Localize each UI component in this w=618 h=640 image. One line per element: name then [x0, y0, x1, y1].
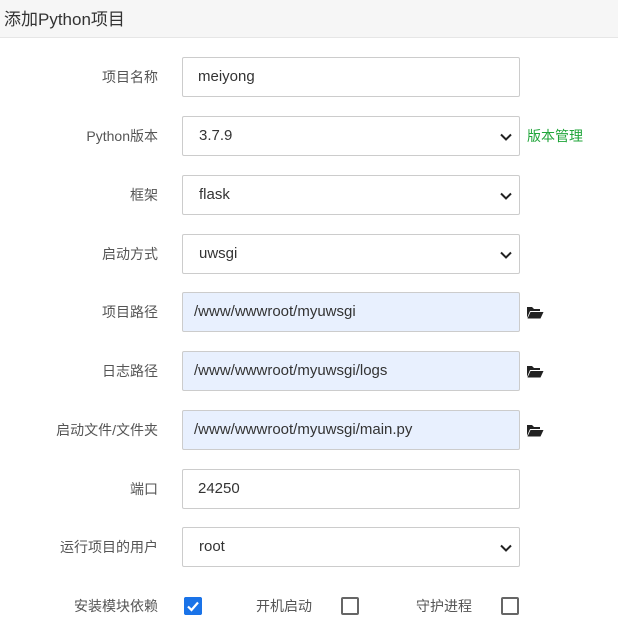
- python-version-select[interactable]: 3.7.9: [182, 116, 520, 156]
- project-name-label: 项目名称: [102, 69, 158, 85]
- row-project-name: 项目名称 meiyong: [0, 57, 618, 97]
- log-path-input[interactable]: /www/wwwroot/myuwsgi/logs: [182, 351, 520, 391]
- install-deps-checkbox[interactable]: [184, 597, 202, 615]
- python-version-value: 3.7.9: [199, 127, 233, 144]
- project-name-input[interactable]: meiyong: [182, 57, 520, 97]
- install-deps-label: 安装模块依赖: [74, 598, 158, 614]
- version-management-link[interactable]: 版本管理: [527, 116, 583, 156]
- start-method-select[interactable]: uwsgi: [182, 234, 520, 274]
- run-user-select[interactable]: root: [182, 527, 520, 567]
- startup-file-value: /www/wwwroot/myuwsgi/main.py: [194, 421, 413, 438]
- port-input[interactable]: 24250: [182, 469, 520, 509]
- daemon-checkbox[interactable]: [501, 597, 519, 615]
- row-python-version: Python版本 3.7.9 版本管理: [0, 116, 618, 156]
- folder-open-icon[interactable]: [526, 422, 544, 438]
- daemon-label: 守护进程: [416, 598, 472, 614]
- run-user-value: root: [199, 538, 225, 555]
- framework-label: 框架: [130, 187, 158, 203]
- row-port: 端口 24250: [0, 469, 618, 509]
- project-path-input[interactable]: /www/wwwroot/myuwsgi: [182, 292, 520, 332]
- startup-file-label: 启动文件/文件夹: [56, 422, 158, 438]
- chevron-down-icon: [500, 133, 512, 141]
- chevron-down-icon: [500, 544, 512, 552]
- run-user-label: 运行项目的用户: [60, 539, 158, 555]
- row-run-user: 运行项目的用户 root: [0, 527, 618, 567]
- row-startup-file: 启动文件/文件夹 /www/wwwroot/myuwsgi/main.py: [0, 410, 618, 450]
- log-path-value: /www/wwwroot/myuwsgi/logs: [194, 362, 388, 379]
- row-project-path: 项目路径 /www/wwwroot/myuwsgi: [0, 292, 618, 332]
- project-path-value: /www/wwwroot/myuwsgi: [194, 303, 356, 320]
- framework-select[interactable]: flask: [182, 175, 520, 215]
- autostart-checkbox[interactable]: [341, 597, 359, 615]
- chevron-down-icon: [500, 192, 512, 200]
- port-label: 端口: [130, 481, 158, 497]
- start-method-value: uwsgi: [199, 245, 238, 262]
- row-framework: 框架 flask: [0, 175, 618, 215]
- log-path-label: 日志路径: [102, 363, 158, 379]
- row-start-method: 启动方式 uwsgi: [0, 234, 618, 274]
- project-name-value: meiyong: [198, 68, 255, 85]
- port-value: 24250: [198, 480, 240, 497]
- row-options: 安装模块依赖 开机启动 守护进程: [0, 586, 618, 626]
- startup-file-input[interactable]: /www/wwwroot/myuwsgi/main.py: [182, 410, 520, 450]
- project-path-label: 项目路径: [102, 304, 158, 320]
- dialog-title: 添加Python项目: [4, 10, 125, 29]
- folder-open-icon[interactable]: [526, 363, 544, 379]
- folder-open-icon[interactable]: [526, 304, 544, 320]
- framework-value: flask: [199, 186, 230, 203]
- autostart-label: 开机启动: [256, 598, 312, 614]
- python-version-label: Python版本: [86, 128, 158, 144]
- start-method-label: 启动方式: [102, 246, 158, 262]
- row-log-path: 日志路径 /www/wwwroot/myuwsgi/logs: [0, 351, 618, 391]
- chevron-down-icon: [500, 251, 512, 259]
- dialog-titlebar: 添加Python项目: [0, 0, 618, 38]
